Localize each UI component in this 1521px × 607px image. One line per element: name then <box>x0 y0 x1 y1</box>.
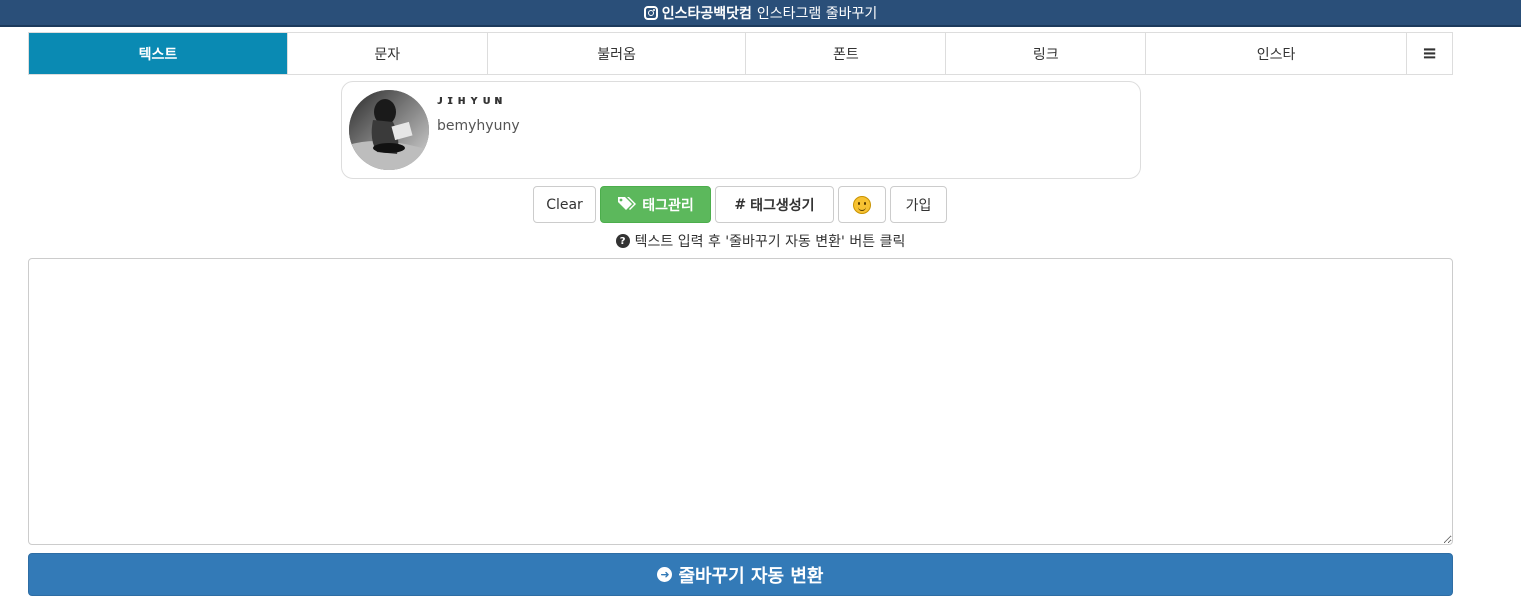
tab-link[interactable]: 링크 <box>946 33 1147 74</box>
tab-characters[interactable]: 문자 <box>287 33 488 74</box>
instagram-icon <box>643 5 658 20</box>
help-hint: ? 텍스트 입력 후 '줄바꾸기 자동 변환' 버튼 클릭 <box>0 231 1521 251</box>
join-button-label: 가입 <box>905 197 932 214</box>
hashtag-icon: # <box>734 196 747 213</box>
profile-name: ᴊɪʜʏᴜɴ <box>437 93 507 107</box>
tag-manage-button[interactable]: 태그관리 <box>600 186 711 223</box>
tab-text[interactable]: 텍스트 <box>29 33 288 74</box>
main-textarea[interactable] <box>28 258 1453 545</box>
smiley-icon <box>853 195 871 214</box>
tab-font[interactable]: 폰트 <box>746 33 947 74</box>
clear-button-label: Clear <box>546 196 583 213</box>
join-button[interactable]: 가입 <box>890 186 947 223</box>
site-brand[interactable]: 인스타공백닷컴 <box>662 3 752 23</box>
question-circle-icon: ? <box>615 234 630 248</box>
tab-insta[interactable]: 인스타 <box>1146 33 1408 74</box>
convert-button-label: 줄바꾸기 자동 변환 <box>678 565 824 587</box>
tags-icon <box>617 196 637 214</box>
arrow-circle-right-icon: ➜ <box>657 567 673 582</box>
tag-generator-button[interactable]: # 태그생성기 <box>715 186 834 223</box>
tag-generator-label: 태그생성기 <box>750 197 815 214</box>
tab-load[interactable]: 불러옴 <box>487 33 747 74</box>
profile-card: ᴊɪʜʏᴜɴ bemyhyuny <box>341 81 1141 179</box>
page-title: 인스타그램 줄바꾸기 <box>756 5 878 22</box>
avatar <box>349 90 429 170</box>
action-buttons: Clear 태그관리 # 태그생성기 가입 <box>533 186 947 223</box>
menu-icon[interactable]: ≡ <box>1407 33 1452 74</box>
clear-button[interactable]: Clear <box>533 186 596 223</box>
tag-manage-label: 태그관리 <box>642 197 694 214</box>
emoji-button[interactable] <box>838 186 886 223</box>
help-text: 텍스트 입력 후 '줄바꾸기 자동 변환' 버튼 클릭 <box>634 234 906 250</box>
profile-username: bemyhyuny <box>437 118 520 134</box>
text-input-area <box>28 258 1453 545</box>
convert-button[interactable]: ➜ 줄바꾸기 자동 변환 <box>28 553 1453 596</box>
tab-bar: 텍스트 문자 불러옴 폰트 링크 인스타 ≡ <box>28 32 1453 75</box>
top-banner: 인스타공백닷컴 인스타그램 줄바꾸기 <box>0 0 1521 27</box>
